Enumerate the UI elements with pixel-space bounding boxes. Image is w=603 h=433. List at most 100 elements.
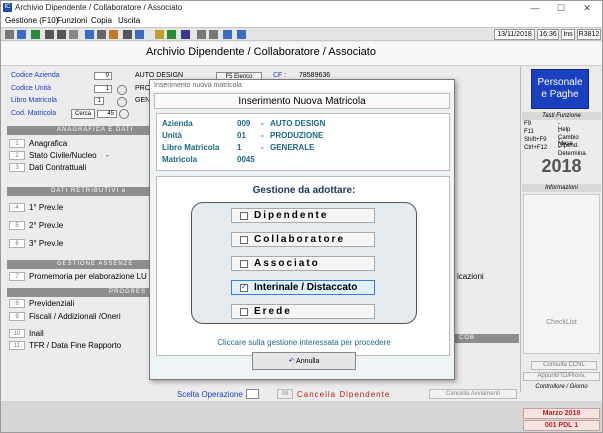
- row-11-label[interactable]: TFR / Data Fine Rapporto: [29, 341, 121, 350]
- maximize-button[interactable]: ☐: [548, 1, 574, 15]
- interinale-checkbox[interactable]: ✓: [240, 284, 248, 292]
- scelta-operazione-field[interactable]: [246, 389, 259, 399]
- help-icon[interactable]: [181, 30, 190, 39]
- print-icon[interactable]: [5, 30, 14, 39]
- row-9-label[interactable]: Fiscali / Addizionali /Oneri: [29, 312, 121, 321]
- calc-icon[interactable]: [197, 30, 206, 39]
- row-1-label[interactable]: Anagrafica: [29, 139, 67, 148]
- row-4-label[interactable]: 1° Prev.le: [29, 203, 63, 212]
- cf-label: CF :: [273, 72, 287, 79]
- minimize-button[interactable]: —: [522, 1, 548, 15]
- row-3-label[interactable]: Dati Contrattuali: [29, 163, 86, 172]
- list-icon[interactable]: [69, 30, 78, 39]
- row-4-number[interactable]: 4: [9, 203, 25, 212]
- associato-label[interactable]: Associato: [254, 258, 320, 269]
- edit-icon[interactable]: [85, 30, 94, 39]
- menu-uscita[interactable]: Uscita: [118, 16, 140, 25]
- cancella-avviamenti-button[interactable]: Cancella Avviamenti: [429, 389, 517, 399]
- option-associato[interactable]: Associato: [231, 256, 375, 271]
- info-box: [523, 194, 600, 354]
- collaboratore-checkbox[interactable]: [240, 236, 248, 244]
- annulla-button[interactable]: ↶ Annulla: [252, 352, 356, 370]
- status-bar: [1, 401, 602, 432]
- menu-copia[interactable]: Copia: [91, 16, 112, 25]
- search-icon[interactable]: [119, 109, 129, 119]
- search-icon[interactable]: [117, 97, 127, 107]
- row-2-label[interactable]: Stato Civile/Nucleo: [29, 151, 97, 160]
- mail-icon[interactable]: [135, 30, 144, 39]
- time-display: 16:36: [537, 29, 559, 40]
- web-icon[interactable]: [223, 30, 232, 39]
- option-collaboratore[interactable]: Collaboratore: [231, 232, 375, 247]
- cancella-number[interactable]: 99: [277, 389, 293, 399]
- app-window: IC Archivio Dipendente / Collaboratore /…: [0, 0, 603, 433]
- cod-matricola-field[interactable]: 45: [97, 110, 117, 118]
- section-retributivi: DATI RETRIBUTIVI e: [7, 187, 149, 196]
- erede-checkbox[interactable]: [240, 308, 248, 316]
- option-erede[interactable]: Erede: [231, 304, 375, 319]
- info-icon[interactable]: [237, 30, 246, 39]
- refresh-icon[interactable]: [167, 30, 176, 39]
- section-anagrafica: ANAGRAFICA E DATI: [7, 126, 149, 135]
- libro-key: Libro Matricola: [162, 143, 220, 152]
- key-icon[interactable]: [155, 30, 164, 39]
- row-9-number[interactable]: 9: [9, 312, 25, 321]
- close-button[interactable]: ✕: [574, 1, 600, 15]
- scelta-operazione-label: Scelta Operazione: [177, 390, 243, 399]
- row-10-number[interactable]: 10: [9, 329, 25, 338]
- row-2-number[interactable]: 2: [9, 151, 25, 160]
- fkey-4-key: Ctrl+F12: [524, 145, 548, 151]
- unita-key: Unità: [162, 131, 182, 140]
- menu-gestione[interactable]: Gestione (F10): [5, 16, 58, 25]
- interinale-label[interactable]: Interinale / Distaccato: [254, 282, 357, 293]
- row-7-label[interactable]: Promemoria per elaborazione LU: [29, 272, 147, 281]
- exit-icon[interactable]: [31, 30, 40, 39]
- row-6-label[interactable]: 3° Prev.le: [29, 239, 63, 248]
- checklist-label[interactable]: CheckList: [523, 319, 600, 326]
- row-7-number[interactable]: 7: [9, 272, 25, 281]
- row-7-tail: icazioni: [457, 272, 484, 281]
- folder-icon[interactable]: [109, 30, 118, 39]
- row-5-number[interactable]: 5: [9, 221, 25, 230]
- consulta-ccnl-button[interactable]: Consulta CCNL: [531, 361, 597, 370]
- forward-icon[interactable]: [57, 30, 66, 39]
- row-8-label[interactable]: Previdenziali: [29, 299, 74, 308]
- row-11-number[interactable]: 11: [9, 341, 25, 350]
- date-display: 13/11/2018: [494, 29, 535, 40]
- cerca-button[interactable]: Cerca: [71, 109, 95, 119]
- erede-label[interactable]: Erede: [254, 306, 292, 317]
- libro-matricola-field[interactable]: 1: [94, 97, 104, 105]
- row-10-label[interactable]: Inail: [29, 329, 44, 338]
- row-8-number[interactable]: 8: [9, 299, 25, 308]
- logo-line-1: Personale: [537, 77, 583, 88]
- cancella-dipendente-link[interactable]: Cancella Dipendente: [297, 390, 390, 399]
- dipendente-label[interactable]: Dipendente: [254, 210, 328, 221]
- row-5-label[interactable]: 2° Prev.le: [29, 221, 63, 230]
- fkey-4: Ctrl+F12- Determina: [524, 145, 586, 157]
- toolbar: 13/11/2018 16:36 Ins R3812: [1, 27, 602, 41]
- copy-icon[interactable]: [97, 30, 106, 39]
- calendar-icon[interactable]: [209, 30, 218, 39]
- row-6-number[interactable]: 6: [9, 239, 25, 248]
- associato-checkbox[interactable]: [240, 260, 248, 268]
- find-icon[interactable]: [123, 30, 132, 39]
- options-group: Dipendente Collaboratore Associato ✓ Int…: [191, 202, 417, 324]
- azienda-name: AUTO DESIGN: [135, 72, 184, 79]
- save-icon[interactable]: [17, 30, 26, 39]
- collaboratore-label[interactable]: Collaboratore: [254, 234, 345, 245]
- dipendente-checkbox[interactable]: [240, 212, 248, 220]
- option-interinale[interactable]: ✓ Interinale / Distaccato: [231, 280, 375, 295]
- row-3-number[interactable]: 3: [9, 163, 25, 172]
- codice-unita-field[interactable]: 1: [94, 85, 112, 93]
- option-dipendente[interactable]: Dipendente: [231, 208, 375, 223]
- inserimento-matricola-dialog: Inserimento nuova matricola Inserimento …: [149, 79, 455, 380]
- codice-azienda-field[interactable]: 9: [94, 72, 112, 80]
- libro-name: GEN: [135, 97, 151, 104]
- hint-text: Cliccare sulla gestione interessata per …: [217, 338, 391, 347]
- back-icon[interactable]: [45, 30, 54, 39]
- appunti-button[interactable]: Appunti/TD/Provv.: [523, 372, 600, 381]
- search-icon[interactable]: [117, 85, 127, 95]
- menu-funzioni[interactable]: Funzioni: [57, 16, 87, 25]
- row-1-number[interactable]: 1: [9, 139, 25, 148]
- section-progressivi: PROGRES: [7, 288, 149, 297]
